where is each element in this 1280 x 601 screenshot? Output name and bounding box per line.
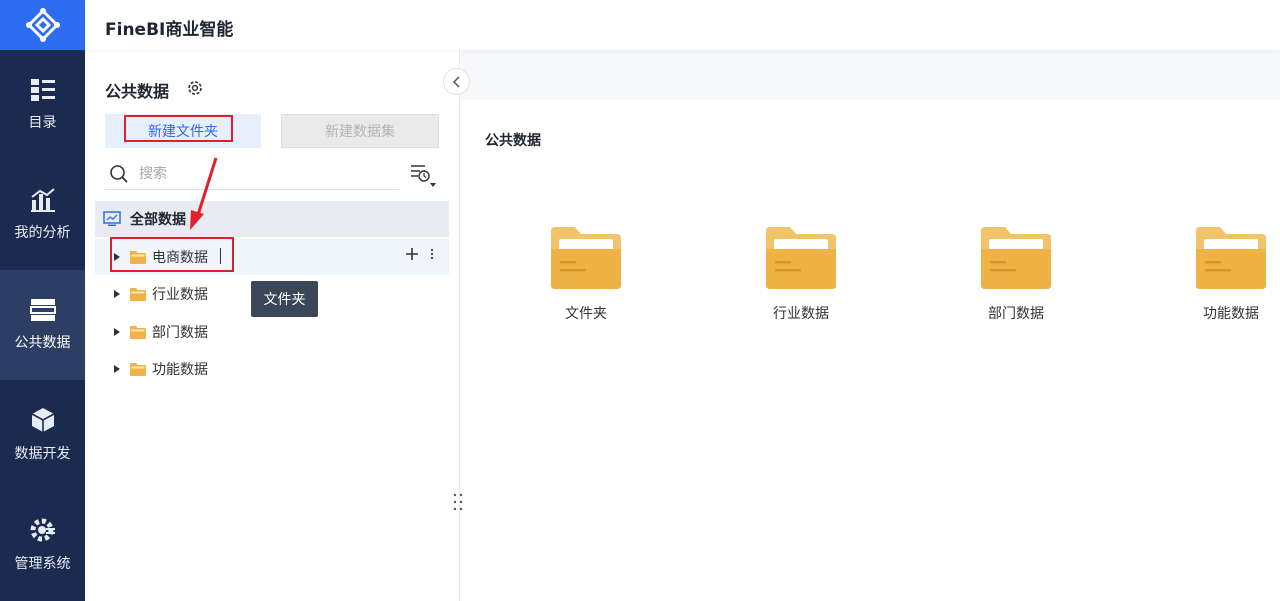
- add-icon[interactable]: [405, 247, 419, 261]
- highlight-box: [124, 115, 233, 142]
- folder-card[interactable]: 文件夹: [541, 225, 631, 323]
- tooltip: 文件夹: [251, 281, 318, 317]
- expand-caret-icon[interactable]: [114, 365, 120, 373]
- nav-label: 数据开发: [14, 446, 71, 462]
- public-data-icon: [29, 299, 56, 321]
- finebi-logo-icon: [25, 8, 60, 42]
- search-icon: [110, 164, 128, 183]
- folder-label: 行业数据: [773, 306, 829, 322]
- nav-item-catalog[interactable]: 目录: [0, 50, 85, 160]
- expand-caret-icon[interactable]: [114, 253, 120, 261]
- sort-time-icon[interactable]: [409, 163, 439, 189]
- text-cursor: [220, 248, 221, 264]
- main-header-band: [461, 50, 1280, 100]
- row-actions: [405, 247, 435, 261]
- nav-item-public-data[interactable]: 公共数据: [0, 270, 85, 380]
- folder-icon: [1196, 227, 1266, 289]
- folder-card[interactable]: 行业数据: [756, 225, 846, 323]
- gear-icon[interactable]: [186, 79, 204, 97]
- expand-caret-icon[interactable]: [114, 328, 120, 336]
- data-dev-icon: [31, 408, 54, 432]
- app-title: FineBI商业智能: [105, 20, 234, 40]
- analysis-icon: [30, 188, 55, 212]
- folder-icon: [130, 326, 146, 339]
- folder-icon: [130, 288, 146, 301]
- nav-label: 我的分析: [14, 225, 71, 241]
- new-dataset-button[interactable]: 新建数据集: [281, 114, 439, 148]
- folder-icon: [130, 363, 146, 376]
- folder-icon: [130, 251, 146, 264]
- search-box: [105, 158, 399, 190]
- chevron-left-icon: [452, 75, 460, 88]
- main-content: 公共数据 文件夹 行业数据 部门数据 功能数据: [461, 50, 1280, 601]
- nav-item-my-analysis[interactable]: 我的分析: [0, 160, 85, 270]
- more-icon[interactable]: [429, 247, 435, 261]
- tree-item-function[interactable]: 功能数据: [95, 351, 449, 387]
- tree-item-label[interactable]: 部门数据: [152, 322, 208, 342]
- nav-item-data-dev[interactable]: 数据开发: [0, 380, 85, 490]
- tree-item-label[interactable]: 行业数据: [152, 284, 208, 304]
- folder-label: 功能数据: [1203, 306, 1259, 322]
- resize-handle-icon[interactable]: [452, 492, 464, 512]
- search-input[interactable]: [139, 165, 379, 182]
- monitor-icon: [103, 211, 121, 226]
- folder-card[interactable]: 部门数据: [971, 225, 1061, 323]
- panel-title: 公共数据: [105, 82, 170, 101]
- new-folder-button[interactable]: 新建文件夹: [105, 114, 261, 148]
- tree-item-ecommerce[interactable]: 电商数据: [95, 239, 449, 275]
- admin-icon: [30, 518, 55, 542]
- collapse-panel-button[interactable]: [443, 68, 470, 95]
- folder-icon: [981, 227, 1051, 289]
- tooltip-text: 文件夹: [263, 292, 306, 308]
- new-dataset-label: 新建数据集: [325, 124, 395, 140]
- catalog-icon: [30, 79, 55, 101]
- main-title: 公共数据: [485, 133, 541, 149]
- tree-root[interactable]: 全部数据: [95, 201, 449, 237]
- folder-icon: [551, 227, 621, 289]
- expand-caret-icon[interactable]: [114, 290, 120, 298]
- folder-label: 部门数据: [988, 306, 1044, 322]
- left-nav: 目录 我的分析 公共数据 数据开发 管理系统: [0, 0, 85, 601]
- tree-item-label[interactable]: 功能数据: [152, 359, 208, 379]
- tree-item-label[interactable]: 电商数据: [152, 247, 208, 267]
- top-bar: FineBI商业智能: [85, 0, 1280, 50]
- folder-label: 文件夹: [565, 306, 607, 322]
- folder-card[interactable]: 功能数据: [1186, 225, 1276, 323]
- folder-icon: [766, 227, 836, 289]
- data-panel: 公共数据 新建文件夹 新建数据集 全部数据: [85, 50, 460, 601]
- nav-label: 公共数据: [14, 335, 71, 351]
- nav-item-admin[interactable]: 管理系统: [0, 490, 85, 600]
- nav-label: 目录: [28, 115, 57, 131]
- nav-label: 管理系统: [14, 556, 71, 572]
- tree-item-department[interactable]: 部门数据: [95, 314, 449, 350]
- logo[interactable]: [0, 0, 85, 50]
- tree-root-label: 全部数据: [130, 212, 186, 228]
